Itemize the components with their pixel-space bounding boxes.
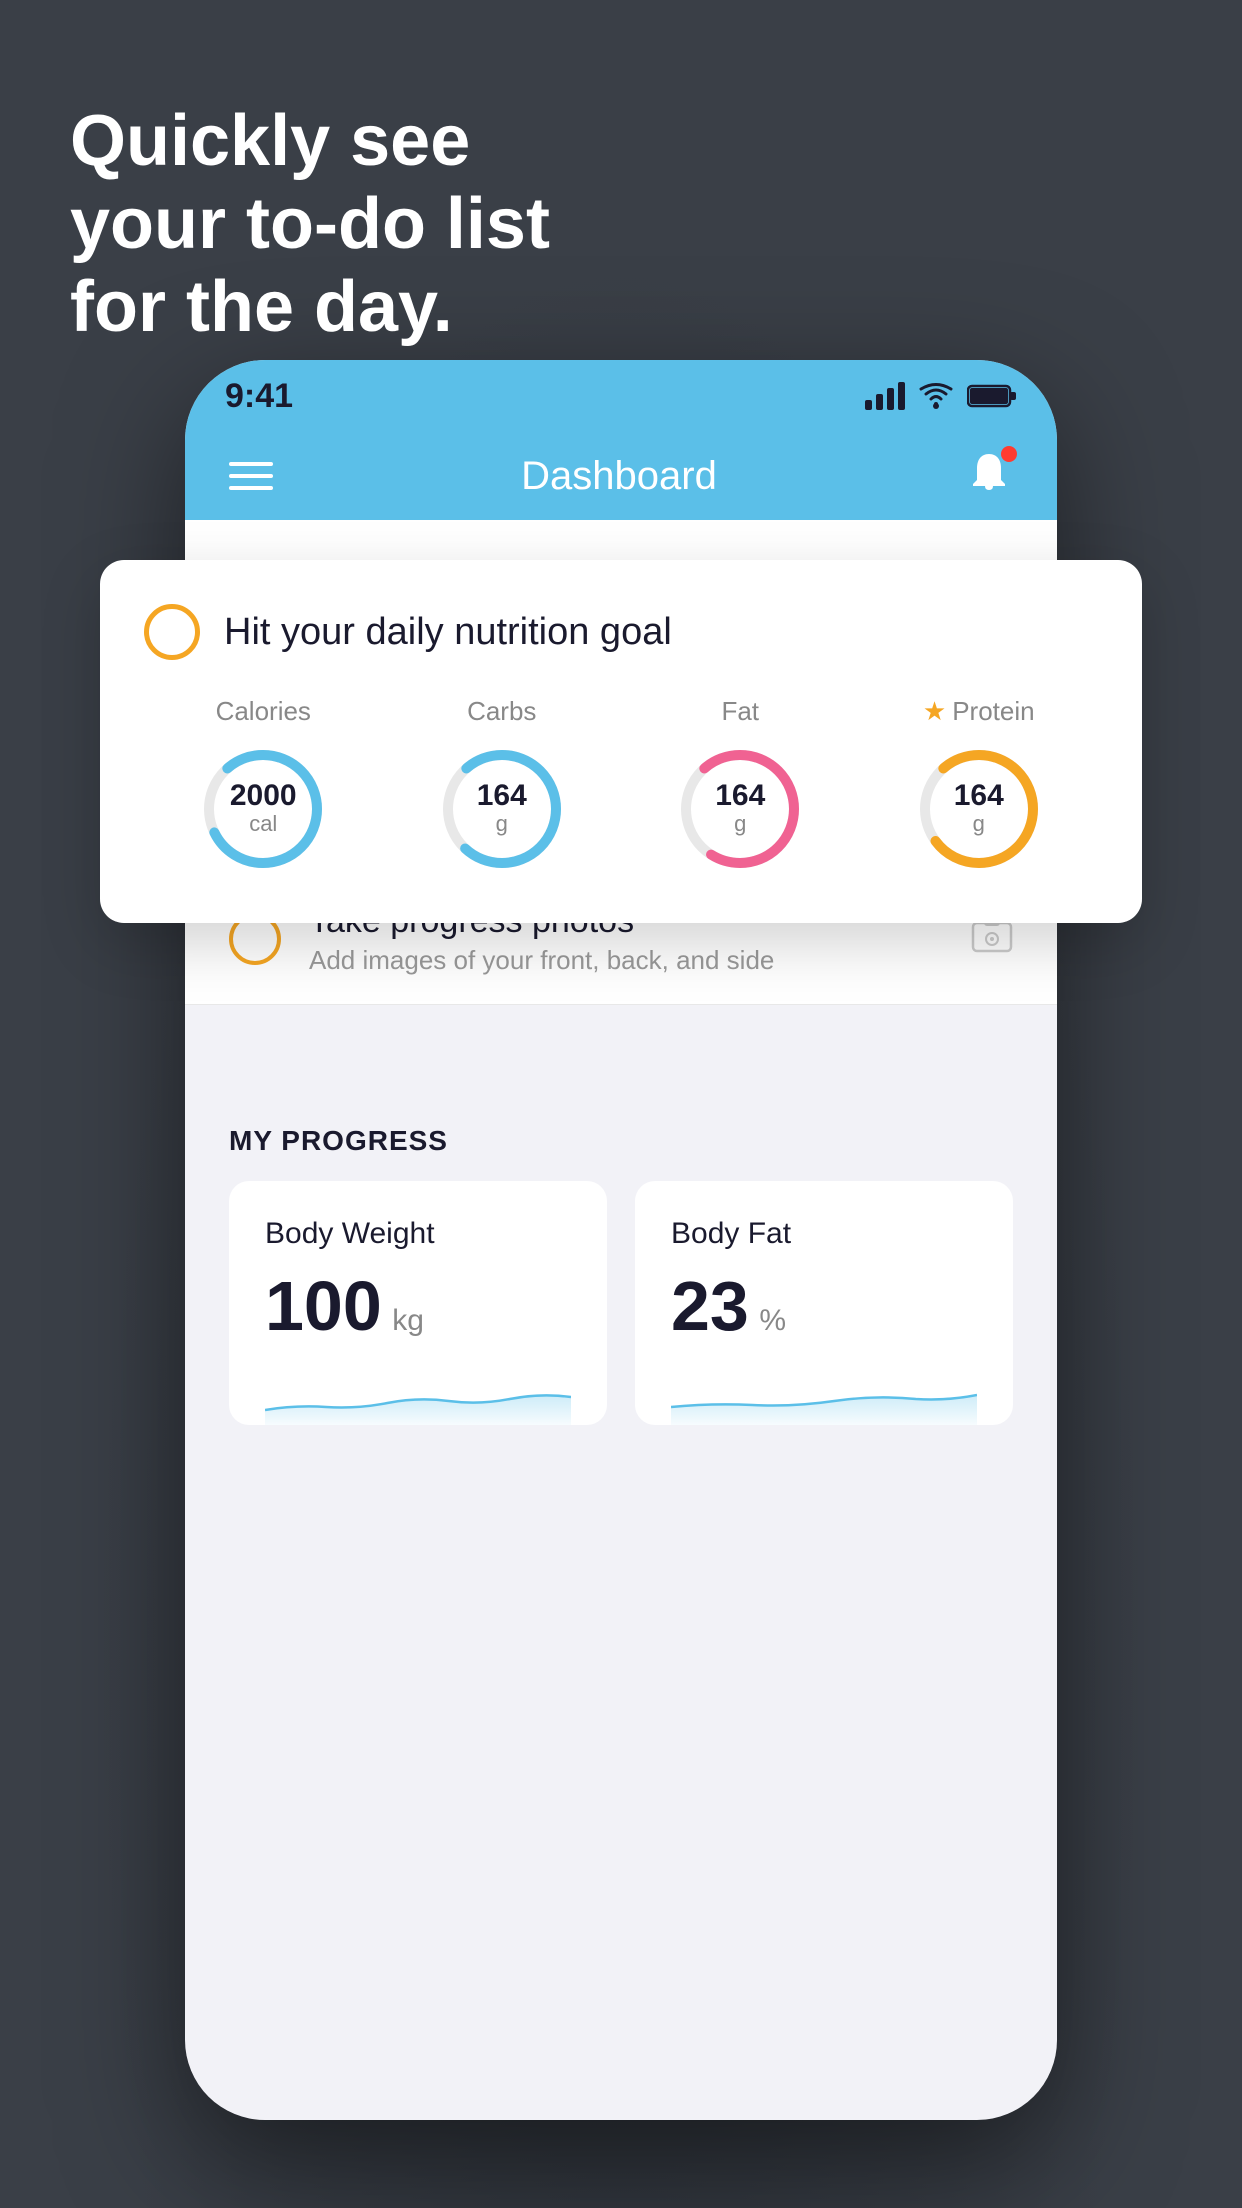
body-fat-value: 23 [671, 1267, 749, 1345]
protein-label: Protein [952, 696, 1034, 727]
body-weight-card[interactable]: Body Weight 100 kg [229, 1181, 607, 1425]
calories-donut: 2000 cal [193, 739, 333, 879]
todo-subtitle-photos: Add images of your front, back, and side [309, 945, 943, 976]
nutrition-card-title: Hit your daily nutrition goal [224, 611, 672, 654]
nutrition-stats: Calories 2000 cal Carbs [144, 696, 1098, 879]
fat-label: Fat [721, 696, 759, 727]
body-fat-value-row: 23 % [671, 1271, 977, 1341]
hero-line3: for the day. [70, 266, 550, 349]
body-weight-value-row: 100 kg [265, 1271, 571, 1341]
progress-section: MY PROGRESS Body Weight 100 kg [185, 1065, 1057, 1469]
notification-bell-button[interactable] [965, 450, 1013, 503]
body-weight-value: 100 [265, 1267, 382, 1345]
hero-line1: Quickly see [70, 100, 550, 183]
signal-icon [865, 382, 905, 410]
calories-unit: cal [230, 811, 297, 837]
body-weight-chart [265, 1365, 571, 1425]
carbs-label: Carbs [467, 696, 536, 727]
body-fat-title: Body Fat [671, 1217, 977, 1251]
protein-stat: ★ Protein 164 g [909, 696, 1049, 879]
protein-donut: 164 g [909, 739, 1049, 879]
protein-unit: g [954, 811, 1004, 837]
body-fat-card[interactable]: Body Fat 23 % [635, 1181, 1013, 1425]
hamburger-line [229, 462, 273, 466]
status-bar: 9:41 [185, 360, 1057, 432]
star-icon: ★ [923, 696, 946, 727]
calories-label: Calories [216, 696, 311, 727]
progress-cards: Body Weight 100 kg [229, 1181, 1013, 1425]
carbs-value: 164 [477, 781, 527, 811]
calories-value: 2000 [230, 781, 297, 811]
spacer [185, 1005, 1057, 1065]
progress-section-title: MY PROGRESS [229, 1125, 1013, 1157]
nav-bar: Dashboard [185, 432, 1057, 520]
body-weight-unit: kg [392, 1304, 424, 1337]
hamburger-menu[interactable] [229, 462, 273, 490]
hamburger-line [229, 474, 273, 478]
body-weight-title: Body Weight [265, 1217, 571, 1251]
carbs-unit: g [477, 811, 527, 837]
hero-text: Quickly see your to-do list for the day. [70, 100, 550, 348]
carbs-donut: 164 g [432, 739, 572, 879]
calories-stat: Calories 2000 cal [193, 696, 333, 879]
nav-title: Dashboard [521, 454, 717, 499]
nutrition-card: Hit your daily nutrition goal Calories 2… [100, 560, 1142, 923]
hamburger-line [229, 486, 273, 490]
card-header: Hit your daily nutrition goal [144, 604, 1098, 660]
fat-stat: Fat 164 g [670, 696, 810, 879]
wifi-icon [919, 382, 953, 410]
protein-label-container: ★ Protein [923, 696, 1035, 727]
nutrition-check-circle[interactable] [144, 604, 200, 660]
fat-donut: 164 g [670, 739, 810, 879]
status-icons [865, 382, 1017, 410]
battery-icon [967, 383, 1017, 409]
body-fat-chart [671, 1365, 977, 1425]
protein-value: 164 [954, 781, 1004, 811]
notification-badge [1001, 446, 1017, 462]
status-time: 9:41 [225, 377, 293, 416]
fat-unit: g [715, 811, 765, 837]
body-fat-unit: % [759, 1304, 786, 1337]
photo-icon [971, 917, 1013, 962]
hero-line2: your to-do list [70, 183, 550, 266]
carbs-stat: Carbs 164 g [432, 696, 572, 879]
fat-value: 164 [715, 781, 765, 811]
